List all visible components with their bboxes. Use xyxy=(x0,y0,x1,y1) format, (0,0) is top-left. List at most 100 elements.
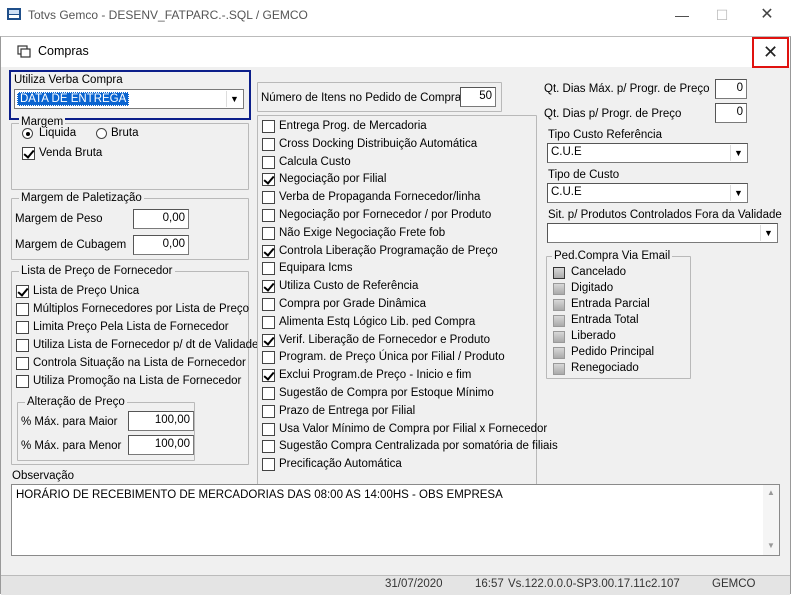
observacao-label: Observação xyxy=(12,470,75,482)
itens-pedido-label: Número de Itens no Pedido de Compra xyxy=(261,92,462,104)
email-status-label: Pedido Principal xyxy=(571,346,655,358)
option-checkbox[interactable] xyxy=(262,298,275,311)
option-label: Cross Docking Distribuição Automática xyxy=(279,137,478,150)
alteracao-group: Alteração de Preço % Máx. para Maior 100… xyxy=(17,396,195,461)
margem-group: Margem Liquida Bruta Venda Bruta xyxy=(11,116,249,190)
dialog-title-bar: Compras ✕ xyxy=(1,37,790,68)
option-checkbox[interactable] xyxy=(16,303,29,316)
option-checkbox[interactable] xyxy=(262,351,275,365)
status-app: GEMCO xyxy=(712,578,756,590)
scroll-up-icon[interactable]: ▲ xyxy=(767,488,775,497)
option-checkbox[interactable] xyxy=(262,458,275,472)
option-label: Negociação por Filial xyxy=(279,173,387,186)
option-checkbox[interactable] xyxy=(262,369,275,383)
paletizacao-group: Margem de Paletização Margem de Peso 0,0… xyxy=(11,192,249,260)
option-checkbox[interactable] xyxy=(262,280,275,294)
options-list: Entrega Prog. de Mercadoria Cross Docking… xyxy=(258,116,558,510)
option-checkbox[interactable] xyxy=(262,155,275,169)
options-group: Entrega Prog. de Mercadoria Cross Docking… xyxy=(257,115,558,510)
radio-liquida[interactable] xyxy=(22,128,33,139)
option-label: Múltiplos Fornecedores por Lista de Preç… xyxy=(33,303,250,315)
tipo-custo-select[interactable]: C.U.E ▼ xyxy=(547,183,748,203)
option-label: Exclui Program.de Preço - Inicio e fim xyxy=(279,369,472,382)
option-label: Lista de Preço Unica xyxy=(33,285,140,297)
observacao-textarea[interactable]: HORÁRIO DE RECEBIMENTO DE MERCADORIAS DA… xyxy=(11,484,780,556)
dialog-title: Compras xyxy=(38,44,89,58)
dias-max-label: Qt. Dias Máx. p/ Progr. de Preço xyxy=(544,83,710,95)
option-label: Verba de Propaganda Fornecedor/linha xyxy=(279,191,481,204)
status-swatch xyxy=(553,315,565,327)
observacao-scrollbar[interactable]: ▲ ▼ xyxy=(763,485,779,555)
option-checkbox[interactable] xyxy=(16,321,29,334)
minimize-icon[interactable]: — xyxy=(667,4,697,26)
option-checkbox[interactable] xyxy=(262,209,275,222)
app-icon xyxy=(6,6,22,22)
option-checkbox[interactable] xyxy=(262,262,275,276)
sit-select[interactable]: ▼ xyxy=(547,223,778,243)
status-swatch xyxy=(553,299,565,311)
option-label: Compra por Grade Dinâmica xyxy=(279,298,427,310)
peso-input[interactable]: 0,00 xyxy=(133,209,189,229)
option-checkbox[interactable] xyxy=(262,404,275,418)
option-label: Program. de Preço Única por Filial / Pro… xyxy=(279,351,505,364)
observacao-text: HORÁRIO DE RECEBIMENTO DE MERCADORIAS DA… xyxy=(16,489,503,501)
verba-compra-label: Utiliza Verba Compra xyxy=(14,74,123,86)
option-checkbox[interactable] xyxy=(262,137,275,151)
app-title-bar: Totvs Gemco - DESENV_FATPARC.-.SQL / GEM… xyxy=(0,0,791,30)
chevron-down-icon[interactable]: ▼ xyxy=(730,145,746,161)
chevron-down-icon[interactable]: ▼ xyxy=(730,185,746,201)
maior-label: % Máx. para Maior xyxy=(21,416,118,428)
status-swatch xyxy=(553,267,565,279)
itens-pedido-input[interactable]: 50 xyxy=(460,87,496,107)
option-checkbox[interactable] xyxy=(16,375,29,388)
option-checkbox[interactable] xyxy=(262,422,275,436)
maximize-icon[interactable]: ☐ xyxy=(707,4,737,26)
option-label: Controla Situação na Lista de Fornecedor xyxy=(33,357,246,369)
option-checkbox[interactable] xyxy=(262,191,275,205)
option-checkbox[interactable] xyxy=(262,333,275,347)
dias-label: Qt. Dias p/ Progr. de Preço xyxy=(544,108,682,120)
option-checkbox[interactable] xyxy=(262,120,275,133)
menor-input[interactable]: 100,00 xyxy=(128,435,194,455)
option-label: Calcula Custo xyxy=(279,155,351,168)
scroll-down-icon[interactable]: ▼ xyxy=(767,541,775,550)
dias-max-input[interactable]: 0 xyxy=(715,79,747,99)
option-checkbox[interactable] xyxy=(16,285,29,298)
sit-label: Sit. p/ Produtos Controlados Fora da Val… xyxy=(548,209,782,221)
option-checkbox[interactable] xyxy=(262,244,275,258)
venda-bruta-checkbox[interactable] xyxy=(22,147,35,160)
option-checkbox[interactable] xyxy=(262,173,275,187)
option-checkbox[interactable] xyxy=(262,387,275,400)
status-time: 16:57 xyxy=(475,578,504,590)
verba-compra-select[interactable]: DATA DE ENTREGA ▼ xyxy=(14,89,244,109)
cubagem-input[interactable]: 0,00 xyxy=(133,235,189,255)
status-swatch xyxy=(553,283,565,295)
app-title: Totvs Gemco - DESENV_FATPARC.-.SQL / GEM… xyxy=(28,8,308,22)
option-checkbox[interactable] xyxy=(262,440,275,454)
compras-dialog: Compras ✕ Utiliza Verba Compra DATA DE E… xyxy=(0,36,791,595)
option-label: Entrega Prog. de Mercadoria xyxy=(279,120,427,132)
option-checkbox[interactable] xyxy=(16,339,29,352)
tipo-ref-value: C.U.E xyxy=(551,146,582,158)
option-label: Equipara Icms xyxy=(279,262,353,275)
verba-compra-value: DATA DE ENTREGA xyxy=(17,92,130,106)
option-label: Utiliza Promoção na Lista de Fornecedor xyxy=(33,375,242,387)
maior-input[interactable]: 100,00 xyxy=(128,411,194,431)
background-status-bar: 31/07/2020 16:57 Vs.122.0.0.0-SP3.00.17.… xyxy=(1,575,790,595)
option-label: Controla Liberação Programação de Preço xyxy=(279,244,498,257)
tipo-ref-select[interactable]: C.U.E ▼ xyxy=(547,143,748,163)
option-checkbox[interactable] xyxy=(262,226,275,240)
close-button[interactable]: ✕ xyxy=(752,37,789,68)
option-checkbox[interactable] xyxy=(262,315,275,329)
verba-compra-group: Utiliza Verba Compra DATA DE ENTREGA ▼ xyxy=(9,70,251,120)
radio-bruta[interactable] xyxy=(96,128,107,139)
email-status-label: Renegociado xyxy=(571,362,639,374)
dias-input[interactable]: 0 xyxy=(715,103,747,123)
email-status-list: Cancelado Digitado Entrada Parcial Entrada … xyxy=(547,257,692,380)
option-checkbox[interactable] xyxy=(16,357,29,370)
chevron-down-icon[interactable]: ▼ xyxy=(226,91,242,107)
option-label: Não Exige Negociação Frete fob xyxy=(279,226,446,239)
lista-preco-group: Lista de Preço de Fornecedor Lista de Pr… xyxy=(11,265,258,465)
app-close-icon[interactable]: ✕ xyxy=(752,4,782,26)
chevron-down-icon[interactable]: ▼ xyxy=(760,225,776,241)
